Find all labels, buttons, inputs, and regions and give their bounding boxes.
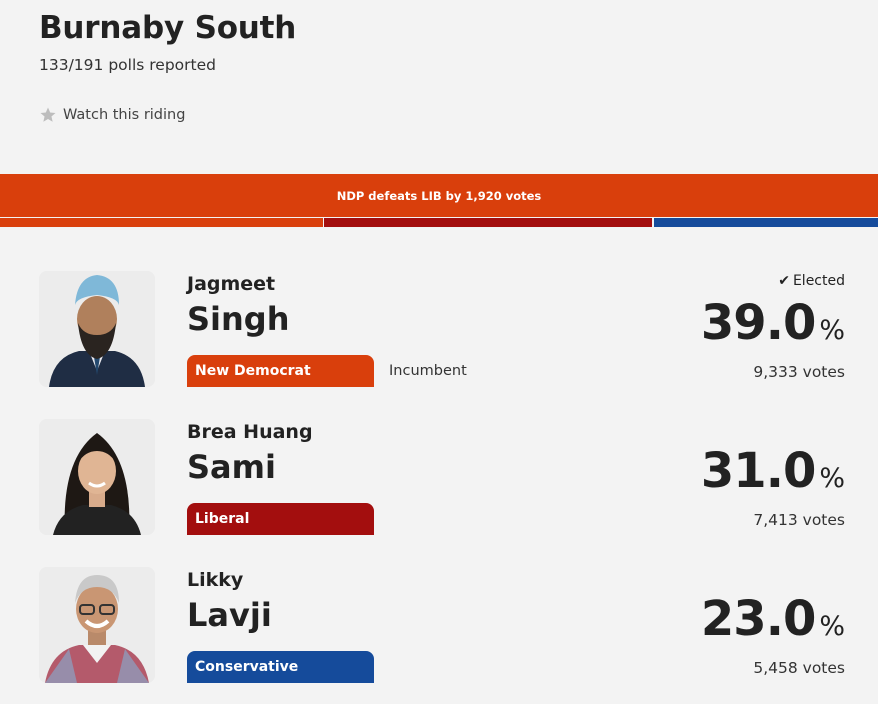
riding-title: Burnaby South — [39, 10, 297, 46]
vote-percent-value: 31.0 — [700, 443, 816, 499]
incumbent-label: Incumbent — [389, 363, 467, 379]
candidate-last-name: Sami — [187, 448, 276, 486]
candidate-row: Likky Lavji Conservative 23.0 % 5,458 vo… — [0, 567, 878, 685]
party-badge: New Democrat — [187, 355, 374, 387]
candidate-first-name: Likky — [187, 569, 244, 591]
percent-sign: % — [819, 315, 845, 346]
percent-sign: % — [819, 611, 845, 642]
result-banner: NDP defeats LIB by 1,920 votes — [0, 174, 878, 217]
candidate-last-name: Lavji — [187, 596, 272, 634]
candidate-first-name: Brea Huang — [187, 421, 313, 443]
vote-share-segment-ndp — [0, 218, 323, 227]
watch-riding-button[interactable]: Watch this riding — [39, 106, 185, 124]
candidate-photo — [39, 271, 155, 387]
vote-count: 7,413 votes — [753, 511, 845, 529]
vote-percent-value: 23.0 — [700, 591, 816, 647]
candidate-photo — [39, 567, 155, 683]
star-icon — [40, 107, 56, 122]
vote-share-segment-con — [654, 218, 878, 227]
candidate-photo — [39, 419, 155, 535]
elected-label: Elected — [792, 273, 845, 289]
candidate-first-name: Jagmeet — [187, 273, 276, 295]
party-badge: Liberal — [187, 503, 374, 535]
vote-percent: 23.0 % — [701, 591, 845, 647]
vote-count: 5,458 votes — [753, 659, 845, 677]
percent-sign: % — [819, 463, 845, 494]
candidate-row: Brea Huang Sami Liberal 31.0 % 7,413 vot… — [0, 419, 878, 537]
elected-badge: ✔ Elected — [778, 273, 845, 289]
vote-percent: 39.0 % — [701, 295, 845, 351]
vote-share-bar — [0, 218, 878, 227]
watch-riding-label: Watch this riding — [63, 107, 186, 123]
candidate-last-name: Singh — [187, 300, 290, 338]
polls-reported: 133/191 polls reported — [39, 56, 216, 74]
vote-percent: 31.0 % — [701, 443, 845, 499]
vote-percent-value: 39.0 — [700, 295, 816, 351]
candidate-row: Jagmeet Singh New Democrat Incumbent ✔ E… — [0, 271, 878, 389]
party-badge: Conservative — [187, 651, 374, 683]
result-banner-text: NDP defeats LIB by 1,920 votes — [336, 188, 542, 203]
vote-share-segment-lib — [324, 218, 652, 227]
checkmark-icon: ✔ — [778, 273, 790, 289]
vote-count: 9,333 votes — [753, 363, 845, 381]
